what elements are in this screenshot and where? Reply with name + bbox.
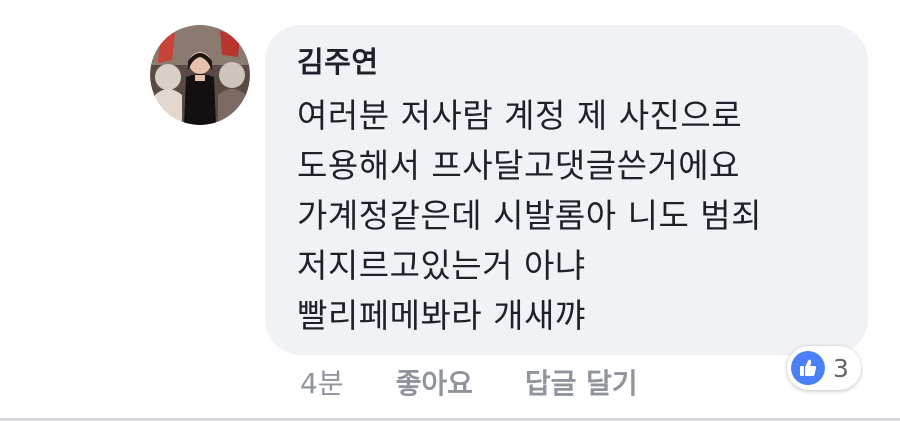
avatar[interactable] xyxy=(150,25,250,125)
comment-text: 여러분 저사람 계정 제 사진으로 도용해서 프사달고댓글쓴거에요 가계정같은데… xyxy=(297,91,838,341)
reaction-count: 3 xyxy=(833,353,849,383)
author-name[interactable]: 김주연 xyxy=(297,39,838,85)
like-button[interactable]: 좋아요 xyxy=(396,362,473,402)
comment-line: 가계정같은데 시발롬아 니도 범죄 xyxy=(297,196,763,235)
avatar-photo xyxy=(150,25,250,125)
comment-line: 도용해서 프사달고댓글쓴거에요 xyxy=(297,146,741,185)
comment-bubble: 김주연 여러분 저사람 계정 제 사진으로 도용해서 프사달고댓글쓴거에요 가계… xyxy=(265,25,868,355)
comment-line: 여러분 저사람 계정 제 사진으로 xyxy=(297,96,743,135)
comment-actions: 4분 좋아요 답글 달기 xyxy=(300,362,638,402)
reply-button[interactable]: 답글 달기 xyxy=(525,362,638,402)
reaction-summary[interactable]: 3 xyxy=(787,346,861,390)
comment-view: 김주연 여러분 저사람 계정 제 사진으로 도용해서 프사달고댓글쓴거에요 가계… xyxy=(0,0,900,421)
thumbs-up-icon xyxy=(791,351,825,385)
timestamp[interactable]: 4분 xyxy=(300,362,344,402)
comment-line: 빨리페메봐라 개새꺄 xyxy=(297,296,586,335)
comment-line: 저지르고있는거 아냐 xyxy=(297,246,586,285)
